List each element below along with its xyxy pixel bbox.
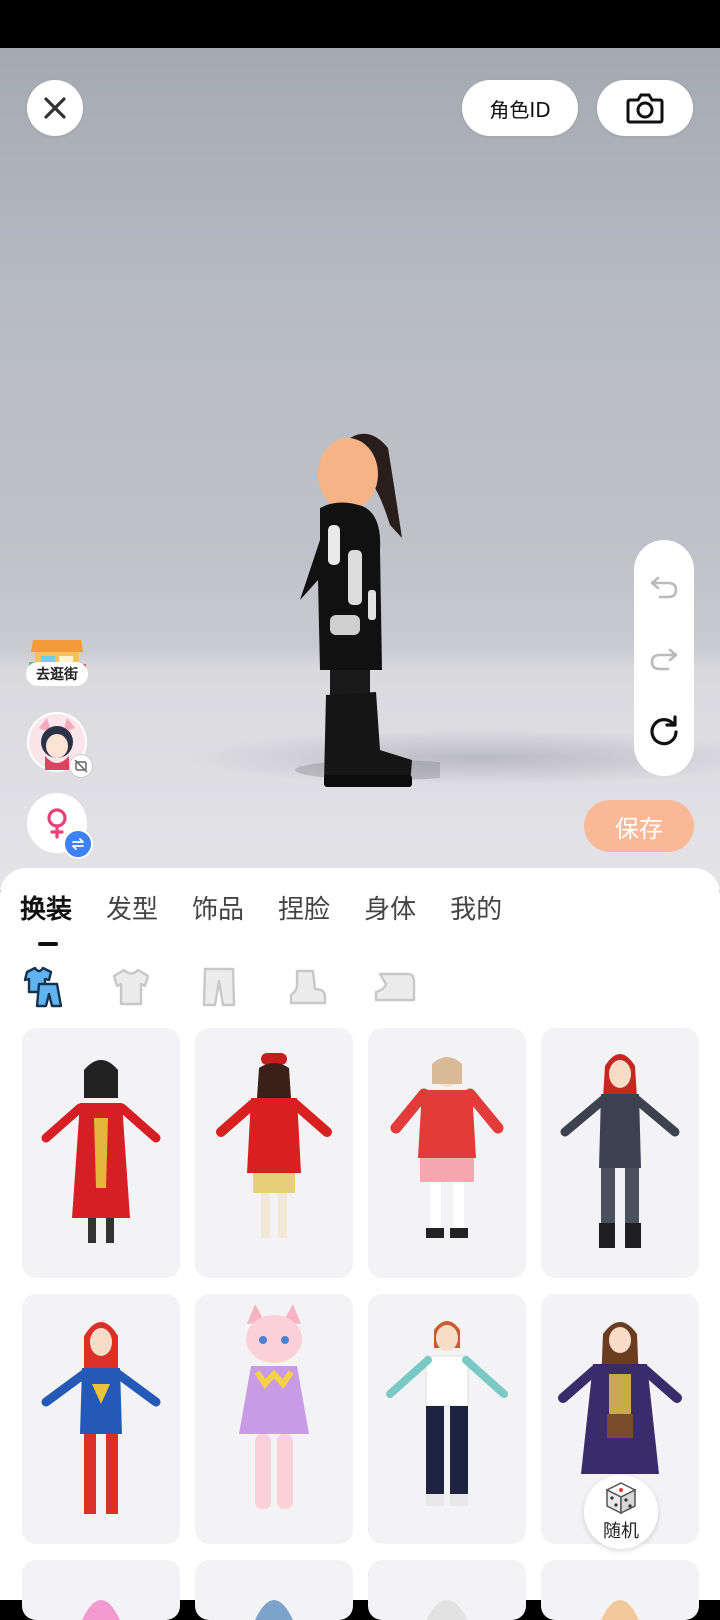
outfit-card[interactable] [541,1560,699,1620]
tab-body[interactable]: 身体 [364,890,416,930]
outfit-card[interactable] [22,1294,180,1544]
shop-label: 去逛街 [26,662,88,686]
subtab-tops[interactable] [108,964,154,1010]
outfit-card[interactable] [22,1560,180,1620]
dice-icon [605,1482,637,1515]
role-id-button[interactable]: 角色ID [462,80,578,136]
hidden-badge [69,754,93,778]
outfit-pink-hair-thumbnail [82,1600,120,1620]
redo-button[interactable] [644,638,684,678]
gender-switch-button[interactable] [27,793,93,859]
reset-button[interactable] [644,710,684,750]
outfit-red-sweater-skirt-thumbnail [390,1057,504,1238]
subtab-bottoms[interactable] [196,964,242,1010]
swap-badge [63,829,93,859]
reset-icon [650,715,678,746]
status-bar [0,0,720,48]
shoes-icon [374,972,416,1002]
outfit-blonde-hair-thumbnail [601,1600,639,1620]
outfit-white-hair-thumbnail [426,1600,468,1620]
close-icon [44,97,66,119]
no-show-icon [74,759,88,773]
outfit-red-chinese-dress-thumbnail [41,1060,161,1243]
outfit-card[interactable] [195,1028,353,1278]
outfit-card[interactable] [195,1560,353,1620]
swap-icon [72,838,84,850]
outfit-red-coat-thumbnail [216,1053,332,1238]
outfit-card[interactable] [22,1028,180,1278]
top-shirt-icon [112,968,150,1006]
avatar-figure [295,433,440,787]
category-tabs: 换装 发型 饰品 捏脸 身体 我的 [20,890,536,930]
subtab-socks[interactable] [284,964,330,1010]
tab-hairstyle[interactable]: 发型 [106,890,158,930]
outfit-pink-cat-dress-thumbnail [239,1304,309,1509]
undo-icon [650,576,678,599]
random-label: 随机 [603,1521,639,1542]
tab-outfit[interactable]: 换装 [20,890,72,930]
subcategory-tabs [20,964,460,1010]
avatar-button[interactable] [27,712,93,778]
random-button[interactable]: 随机 [584,1475,658,1549]
socks-icon [289,969,327,1005]
role-id-label: 角色ID [489,97,551,122]
outfit-blue-hair-thumbnail [255,1600,293,1620]
outfit-blue-red-superhero-thumbnail [41,1322,161,1514]
pants-icon [202,967,236,1007]
outfit-card[interactable] [368,1560,526,1620]
tab-mine[interactable]: 我的 [450,890,502,930]
redo-icon [650,648,678,671]
save-button[interactable]: 保存 [584,800,694,852]
subtab-shoes[interactable] [372,964,418,1010]
outfit-card[interactable] [368,1028,526,1278]
camera-button[interactable] [597,80,693,136]
save-label: 保存 [615,814,663,843]
tab-face[interactable]: 捏脸 [278,890,330,930]
close-button[interactable] [27,80,83,136]
tab-accessories[interactable]: 饰品 [192,890,244,930]
subtab-outfit-set[interactable] [20,964,66,1010]
outfit-card[interactable] [195,1294,353,1544]
active-tab-indicator [38,942,58,946]
outfit-black-bodysuit-thumbnail [560,1054,680,1248]
outfit-set-icon [23,966,63,1008]
outfit-card[interactable] [368,1294,526,1544]
outfit-white-tee-track-pants-thumbnail [386,1321,508,1506]
outfit-card[interactable] [541,1028,699,1278]
history-controls [634,540,694,776]
camera-icon [626,93,664,124]
undo-button[interactable] [644,566,684,606]
